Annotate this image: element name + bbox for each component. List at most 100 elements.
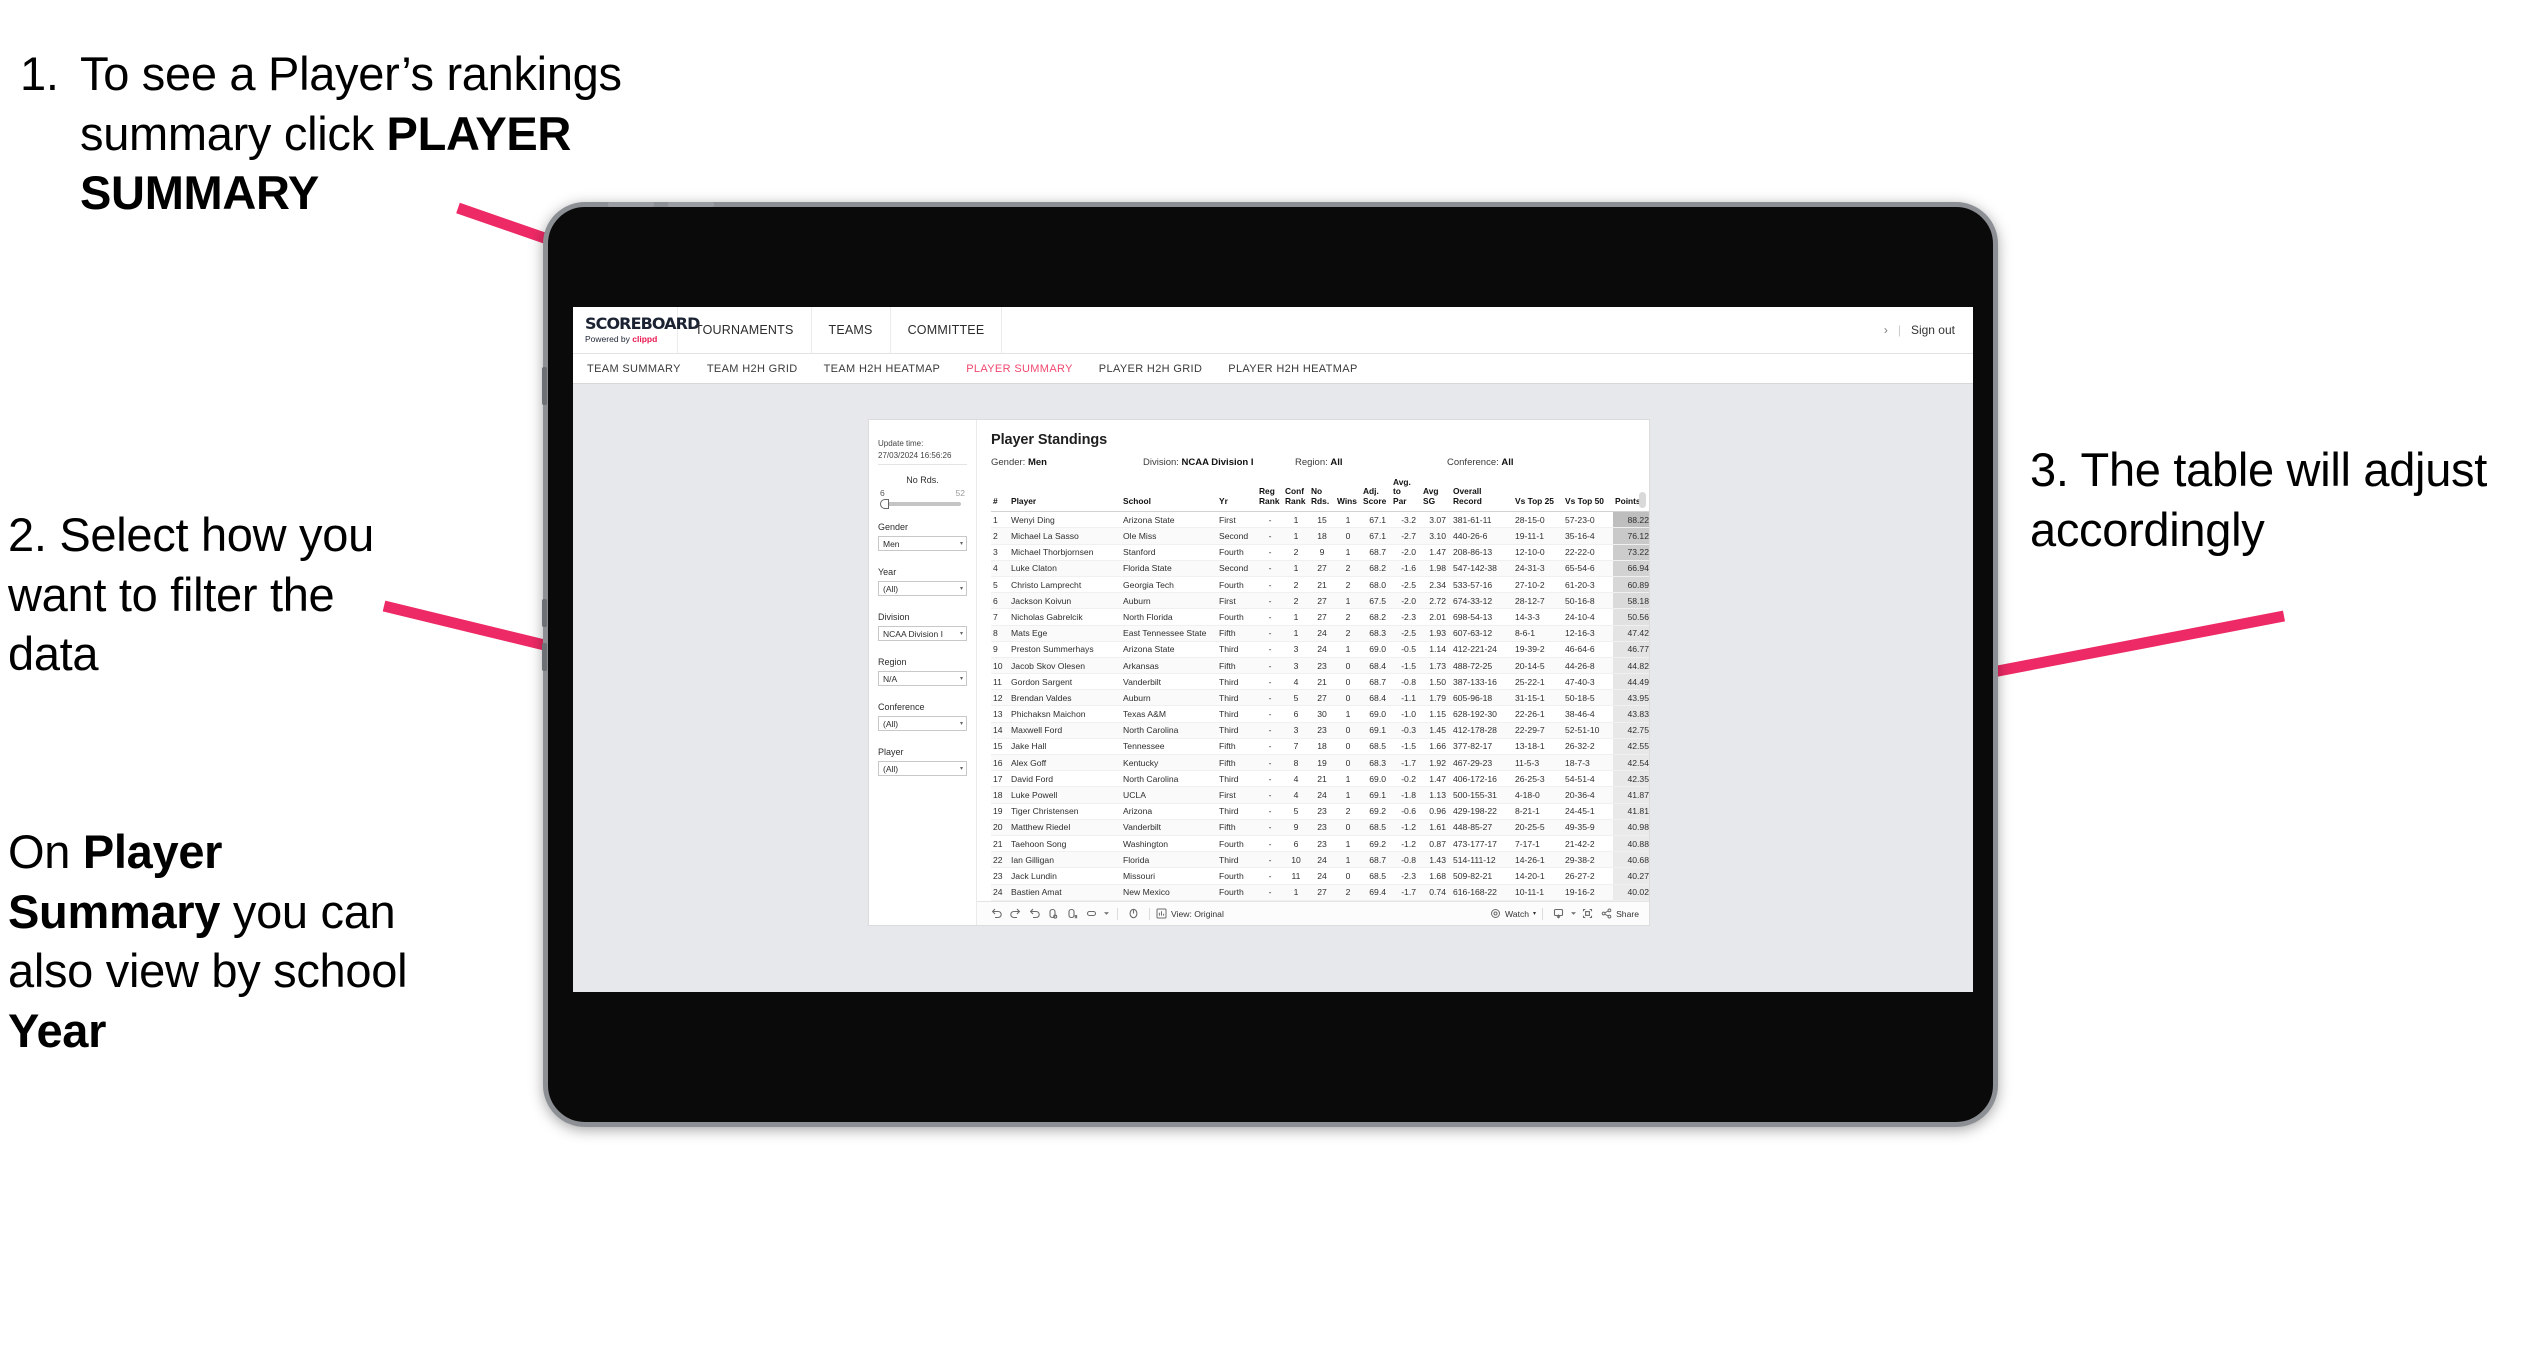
undo-icon[interactable] — [987, 904, 1006, 923]
table-row[interactable]: 10 Jacob Skov Olesen Arkansas Fifth -3 23 0 68.… — [991, 657, 1649, 675]
filter-region-select[interactable]: N/A ▾ — [878, 671, 967, 686]
tab-player-h2h-grid[interactable]: PLAYER H2H GRID — [1099, 363, 1202, 375]
table-row[interactable]: 16 Alex Goff Kentucky Fifth -8 19 0 68.3 -1.7 1.9… — [991, 754, 1649, 772]
column-header-no-rds[interactable]: No Rds. — [1309, 476, 1335, 513]
table-row[interactable]: 18 Luke Powell UCLA First -4 24 1 69.1 -1.8 1.13 5… — [991, 786, 1649, 804]
tab-player-h2h-heatmap[interactable]: PLAYER H2H HEATMAP — [1228, 363, 1357, 375]
column-header-wins[interactable]: Wins — [1335, 476, 1361, 513]
table-row[interactable]: 20 Matthew Riedel Vanderbilt Fifth -9 23 0 68.5… — [991, 819, 1649, 836]
table-row[interactable]: 17 David Ford North Carolina Third -4 21 1 69.0… — [991, 770, 1649, 788]
table-row[interactable]: 3 Michael Thorbjornsen Stanford Fourth -2 9 1 6… — [991, 544, 1649, 561]
redo-icon[interactable] — [1006, 904, 1025, 923]
filter-year-select[interactable]: (All) ▾ — [878, 581, 967, 596]
nav-item-teams[interactable]: TEAMS — [812, 307, 891, 353]
cell-adj-score: 68.4 — [1361, 657, 1391, 675]
table-row[interactable]: 8 Mats Ege East Tennessee State Fifth -1 24 2 6… — [991, 625, 1649, 642]
column-header-reg-rank[interactable]: Reg Rank — [1257, 476, 1283, 513]
filter-player-select[interactable]: (All) ▾ — [878, 761, 967, 776]
column-header-school[interactable]: School — [1121, 476, 1217, 513]
cell-overall-record: 473-177-17 — [1451, 835, 1513, 853]
cell-avg-to-par: -2.7 — [1391, 527, 1421, 545]
column-header-adj-score[interactable]: Adj. Score — [1361, 476, 1391, 513]
share-button[interactable]: Share — [1601, 908, 1639, 919]
chevron-down-icon[interactable] — [1568, 904, 1578, 923]
download-icon[interactable] — [1549, 904, 1568, 923]
table-row[interactable]: 7 Nicholas Gabrelcik North Florida Fourth -1… — [991, 608, 1649, 626]
table-row[interactable]: 6 Jackson Koivun Auburn First -2 27 1 67.5 -2.0 2… — [991, 592, 1649, 610]
tab-team-h2h-heatmap[interactable]: TEAM H2H HEATMAP — [824, 363, 941, 375]
column-header-vs-top-50[interactable]: Vs Top 50 — [1563, 476, 1613, 513]
cell-school: North Carolina — [1121, 770, 1217, 788]
cell-conf-rank: 1 — [1283, 608, 1309, 626]
filter-no-rds-slider-track[interactable] — [880, 499, 961, 509]
table-row[interactable]: 9 Preston Summerhays Arizona State Third -3 2… — [991, 641, 1649, 658]
table-row[interactable]: 19 Tiger Christensen Arizona Third -5 23 2 69.2… — [991, 803, 1649, 820]
table-row[interactable]: 12 Brendan Valdes Auburn Third -5 27 0 68.4 -1.1… — [991, 689, 1649, 707]
shape-icon[interactable] — [1082, 904, 1101, 923]
standings-table-scroll[interactable]: # Player School Yr Reg Rank Conf Rank No Rds. Wins… — [977, 476, 1649, 901]
cell-no-rds: 18 — [1309, 738, 1335, 756]
cell-vs-top-50: 47-40-3 — [1563, 673, 1613, 691]
column-header-yr[interactable]: Yr — [1217, 476, 1257, 513]
watch-button[interactable]: Watch ▾ — [1490, 908, 1536, 919]
table-row[interactable]: 4 Luke Claton Florida State Second -1 27 2 68.2… — [991, 560, 1649, 577]
table-row[interactable]: 23 Jack Lundin Missouri Fourth -11 24 0 68.5 -2.… — [991, 867, 1649, 885]
view-original-button[interactable]: View: Original — [1156, 908, 1224, 919]
cell-no-rds: 23 — [1309, 819, 1335, 836]
cell-: 10 — [991, 657, 1009, 675]
table-row[interactable]: 21 Taehoon Song Washington Fourth -6 23 1 69.2-… — [991, 835, 1649, 853]
cell-reg-rank: - — [1257, 641, 1283, 658]
table-row[interactable]: 15 Jake Hall Tennessee Fifth -7 18 0 68.5 -1.5 1.… — [991, 738, 1649, 756]
cell-vs-top-50: 26-27-2 — [1563, 867, 1613, 885]
filter-gender-select[interactable]: Men ▾ — [878, 536, 967, 551]
column-header-vs-top-25[interactable]: Vs Top 25 — [1513, 476, 1563, 513]
revert-icon[interactable] — [1025, 904, 1044, 923]
column-header-player[interactable]: Player — [1009, 476, 1121, 513]
table-row[interactable]: 1 Wenyi Ding Arizona State First -1 15 1 67.1 -3… — [991, 511, 1649, 529]
filter-conference-value: (All) — [883, 718, 899, 729]
points-cell: 40.27 — [1613, 867, 1649, 885]
table-row[interactable]: 2 Michael La Sasso Ole Miss Second -1 18 0 67.1… — [991, 527, 1649, 545]
sign-out-link[interactable]: Sign out — [1911, 323, 1955, 337]
tab-team-h2h-grid[interactable]: TEAM H2H GRID — [707, 363, 798, 375]
filter-division-select[interactable]: NCAA Division I ▾ — [878, 626, 967, 641]
filter-no-rds-slider-thumb[interactable] — [880, 499, 889, 509]
cell-avg-sg: 0.96 — [1421, 803, 1451, 820]
column-header-conf-rank[interactable]: Conf Rank — [1283, 476, 1309, 513]
pause-icon[interactable] — [1063, 904, 1082, 923]
tab-team-summary[interactable]: TEAM SUMMARY — [587, 363, 681, 375]
table-row[interactable]: 22 Ian Gilligan Florida Third -10 24 1 68.7 -0.8… — [991, 851, 1649, 869]
nav-item-tournaments[interactable]: TOURNAMENTS — [678, 307, 812, 353]
tab-player-summary[interactable]: PLAYER SUMMARY — [966, 363, 1073, 375]
filter-gender-value: Men — [883, 538, 900, 549]
view-original-label: View: Original — [1171, 908, 1224, 919]
column-header-[interactable]: # — [991, 476, 1009, 513]
vertical-scrollbar-thumb[interactable] — [1639, 492, 1646, 508]
table-row[interactable]: 14 Maxwell Ford North Carolina Third -3 23 0 69… — [991, 722, 1649, 739]
table-row[interactable]: 13 Phichaksn Maichon Texas A&M Third -6 30 1 69… — [991, 705, 1649, 723]
cell-reg-rank: - — [1257, 835, 1283, 853]
column-header-avg-to-par[interactable]: Avg. to Par — [1391, 476, 1421, 513]
chevron-right-icon[interactable]: › — [1884, 323, 1888, 337]
pause-playback-icon[interactable] — [1124, 904, 1143, 923]
table-row[interactable]: 25Cole SherwoodVanderbiltFourth-1223168.… — [991, 900, 1649, 901]
nav-item-committee[interactable]: COMMITTEE — [891, 307, 1003, 353]
cell-yr: Third — [1217, 705, 1257, 723]
column-header-avg-sg[interactable]: Avg SG — [1421, 476, 1451, 513]
cell-adj-score: 67.1 — [1361, 511, 1391, 529]
points-value: 42.35 — [1627, 773, 1649, 784]
table-row[interactable]: 5 Christo Lamprecht Georgia Tech Fourth -2 21… — [991, 576, 1649, 594]
points-value: 40.68 — [1627, 854, 1649, 865]
filter-conference-select[interactable]: (All) ▾ — [878, 716, 967, 731]
cell-avg-to-par: -1.5 — [1391, 738, 1421, 756]
filter-no-rds-min: 6 — [880, 488, 885, 498]
chevron-down-icon[interactable] — [1101, 904, 1111, 923]
column-header-overall-record[interactable]: Overall Record — [1451, 476, 1513, 513]
table-row[interactable]: 11 Gordon Sargent Vanderbilt Third -4 21 0 68.7… — [991, 673, 1649, 691]
fullscreen-icon[interactable] — [1578, 904, 1597, 923]
cell-school: Missouri — [1121, 867, 1217, 885]
cell-wins: 2 — [1335, 560, 1361, 577]
app-logo[interactable]: SCOREBOARD Powered by clippd — [573, 307, 700, 353]
table-row[interactable]: 24 Bastien Amat New Mexico Fourth -1 27 2 69.4-… — [991, 884, 1649, 901]
refresh-icon[interactable] — [1044, 904, 1063, 923]
